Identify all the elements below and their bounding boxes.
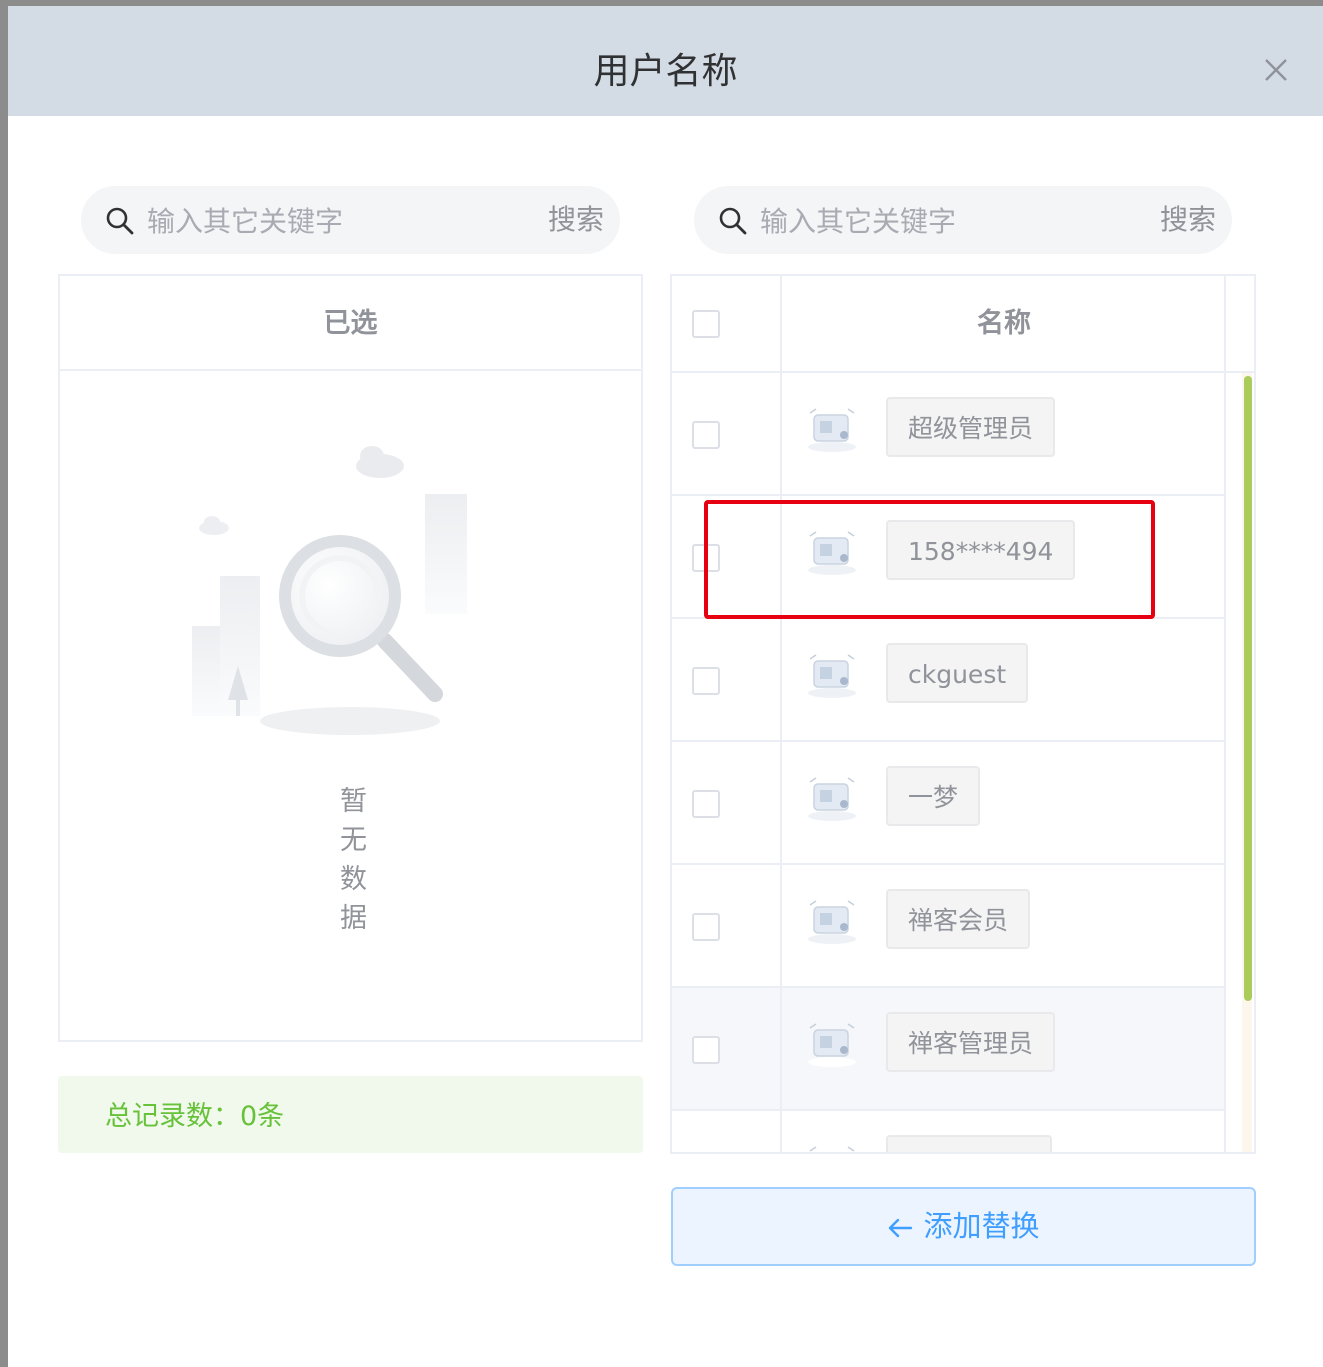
table-header: 名称 [672,276,1254,373]
table-body: 超级管理员 158****494 ckguest 一梦 禅客会员 禅客管理员 [672,373,1254,1152]
total-records-text: 总记录数：0条 [105,1101,285,1132]
add-replace-button[interactable]: 添加替换 [671,1187,1256,1266]
row-checkbox[interactable] [692,544,720,572]
search-icon [106,207,134,235]
user-name-tag: 超级管理员 [886,397,1056,457]
column-divider [780,276,782,1152]
user-name-tag [886,1135,1052,1152]
table-row[interactable]: 158****494 [672,496,1226,619]
right-search-box: 搜索 [694,186,1232,254]
left-search-box: 搜索 [81,186,620,254]
row-checkbox[interactable] [692,1036,720,1064]
add-replace-label: 添加替换 [923,1209,1040,1243]
empty-data-text: 暂无数据 [335,786,366,942]
row-checkbox[interactable] [692,667,720,695]
user-name-tag: 158****494 [886,520,1076,580]
dialog-header: 用户名称 [8,6,1323,116]
user-avatar-icon [808,777,856,821]
user-avatar-icon [808,654,856,698]
table-row[interactable]: 一梦 [672,742,1226,865]
user-name-tag: 禅客会员 [886,889,1031,949]
arrow-left-icon [889,1218,913,1238]
user-avatar-icon [808,900,856,944]
table-row[interactable]: 禅客会员 [672,865,1226,988]
user-name-tag: 禅客管理员 [886,1012,1056,1072]
total-records-bar: 总记录数：0条 [58,1076,643,1153]
table-row[interactable] [672,1111,1226,1152]
dialog-title: 用户名称 [593,51,738,92]
user-avatar-icon [808,1023,856,1067]
candidate-table: 名称 超级管理员 158****494 ckguest 一梦 禅客会员 禅客管理… [670,274,1256,1154]
row-checkbox[interactable] [692,421,720,449]
user-select-dialog: 用户名称 搜索 搜索 已选 [8,6,1323,1367]
row-checkbox[interactable] [692,913,720,941]
table-row[interactable]: ckguest [672,619,1226,742]
left-search-input[interactable] [145,198,519,244]
user-name-tag: 一梦 [886,766,981,826]
scrollbar-thumb[interactable] [1244,376,1252,1001]
table-row[interactable]: 禅客管理员 [672,988,1226,1111]
search-icon [719,207,747,235]
close-icon [1265,59,1287,81]
empty-data-illustration [192,446,467,735]
selected-panel: 已选 暂无数据 [58,274,643,1042]
user-avatar-icon [809,1146,855,1152]
table-row[interactable]: 超级管理员 [672,373,1226,496]
select-all-checkbox[interactable] [692,310,720,338]
selected-header: 已选 [60,276,641,371]
row-checkbox[interactable] [692,790,720,818]
user-avatar-icon [808,531,856,575]
user-avatar-icon [808,408,856,452]
name-column-header: 名称 [977,308,1031,339]
user-name-tag: ckguest [886,643,1029,703]
right-search-button[interactable]: 搜索 [1160,198,1216,242]
left-search-button[interactable]: 搜索 [548,198,604,242]
right-search-input[interactable] [758,198,1132,244]
column-divider [1224,276,1226,1152]
close-button[interactable] [1260,54,1292,86]
